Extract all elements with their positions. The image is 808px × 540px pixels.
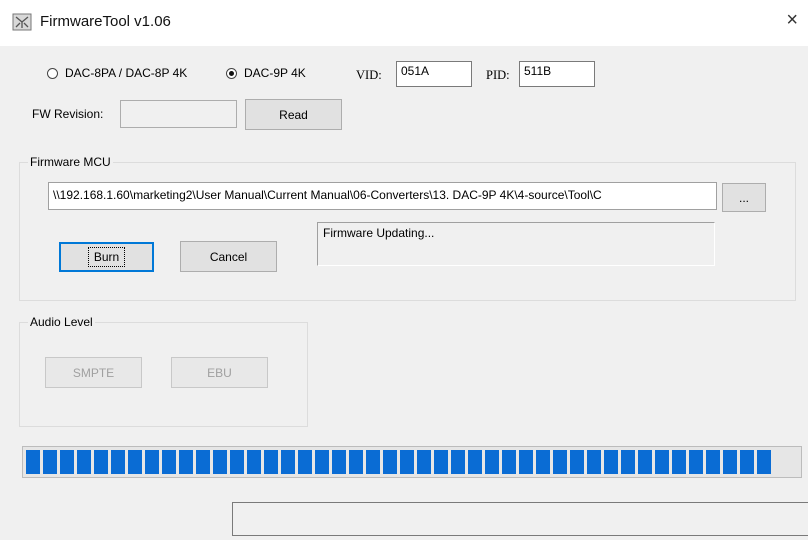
radio-dac-9p-label[interactable]: DAC-9P 4K xyxy=(244,66,306,80)
window-title: FirmwareTool v1.06 xyxy=(40,13,171,30)
vid-label: VID: xyxy=(356,68,382,82)
fw-revision-field xyxy=(120,100,237,128)
pid-input[interactable]: 511B xyxy=(519,61,595,87)
smpte-button[interactable]: SMPTE xyxy=(45,357,142,388)
firmware-mcu-title: Firmware MCU xyxy=(28,155,113,169)
firmware-status-message: Firmware Updating... xyxy=(323,226,435,240)
title-bar: FirmwareTool v1.06 × xyxy=(0,0,808,46)
read-button[interactable]: Read xyxy=(245,99,342,130)
browse-button-label: ... xyxy=(738,190,749,205)
firmware-tool-icon xyxy=(12,13,32,31)
burn-button[interactable]: Burn xyxy=(59,242,154,272)
browse-button[interactable]: ... xyxy=(722,183,766,212)
radio-dac-8pa[interactable] xyxy=(47,68,58,79)
fw-revision-label: FW Revision: xyxy=(32,107,104,121)
progress-fill xyxy=(26,450,771,474)
cancel-button-label: Cancel xyxy=(209,249,248,264)
ebu-button[interactable]: EBU xyxy=(171,357,268,388)
vid-input[interactable]: 051A xyxy=(396,61,472,87)
audio-level-title: Audio Level xyxy=(28,315,95,329)
firmware-path-input[interactable]: \\192.168.1.60\marketing2\User Manual\Cu… xyxy=(48,182,717,210)
close-icon[interactable]: × xyxy=(786,10,798,30)
read-button-label: Read xyxy=(279,107,308,122)
status-bar xyxy=(232,502,808,536)
update-progress-bar xyxy=(22,446,802,478)
radio-dac-9p[interactable] xyxy=(226,68,237,79)
pid-label: PID: xyxy=(486,68,510,82)
cancel-button[interactable]: Cancel xyxy=(180,241,277,272)
ebu-button-label: EBU xyxy=(207,365,232,380)
smpte-button-label: SMPTE xyxy=(72,365,115,380)
burn-button-label: Burn xyxy=(87,247,126,267)
radio-dac-8pa-label[interactable]: DAC-8PA / DAC-8P 4K xyxy=(65,66,187,80)
firmware-status-box: Firmware Updating... xyxy=(317,222,715,266)
